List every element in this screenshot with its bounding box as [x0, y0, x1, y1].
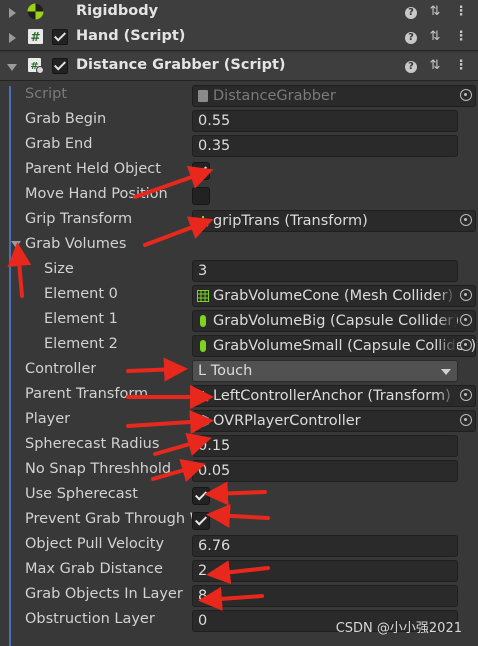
annotation-arrow: [151, 458, 206, 482]
annotation-arrow: [143, 216, 214, 247]
annotation-arrow: [206, 560, 270, 585]
annotation-arrow: [7, 242, 32, 298]
annotation-arrow: [133, 165, 214, 199]
annotation-arrow: [126, 410, 214, 434]
annotation-arrow: [206, 503, 270, 528]
annotation-arrow: [126, 357, 188, 382]
annotation-arrow: [198, 586, 264, 611]
watermark: CSDN @小小强2021: [335, 621, 462, 636]
annotation-arrows: [7, 165, 270, 611]
annotation-arrow: [153, 432, 212, 456]
annotation-arrow: [204, 481, 267, 506]
